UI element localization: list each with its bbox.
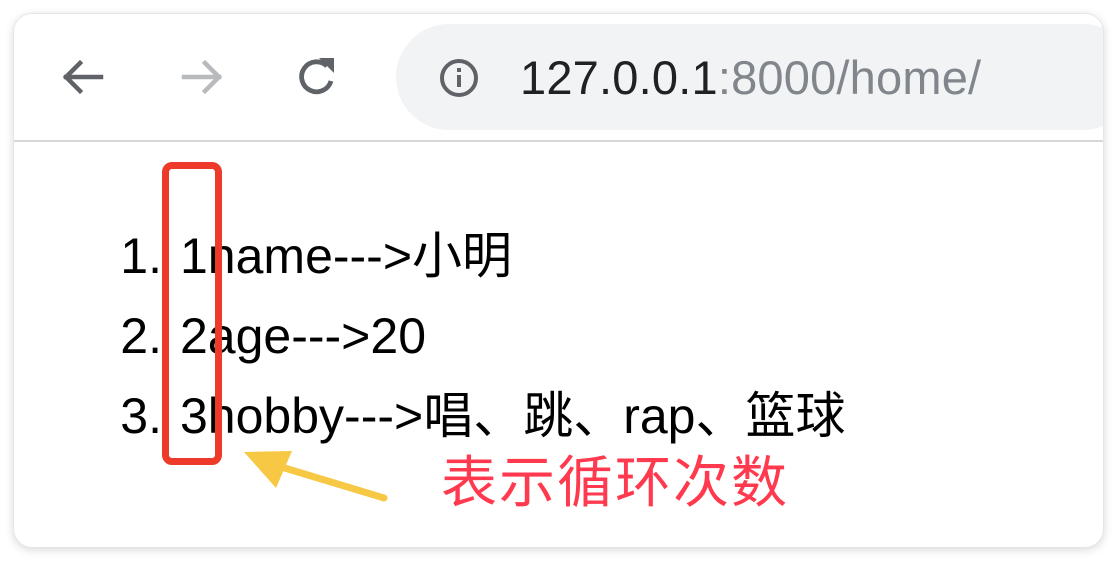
url-path: :8000/home/: [717, 51, 982, 104]
highlight-box: [162, 162, 222, 465]
forward-button[interactable]: [171, 46, 233, 108]
address-bar[interactable]: 127.0.0.1:8000/home/: [396, 24, 1103, 130]
arrow-icon: [244, 451, 388, 502]
list-item-number: 2.: [120, 308, 162, 364]
url-host: 127.0.0.1: [520, 51, 718, 104]
reload-button[interactable]: [286, 46, 348, 108]
back-button[interactable]: [52, 46, 114, 108]
arrow-right-icon: [181, 59, 223, 95]
reload-icon: [299, 58, 334, 95]
list-item-number: 3.: [120, 388, 162, 444]
arrow-left-icon: [62, 59, 104, 95]
list-item-text: 1name--->小明: [180, 228, 513, 284]
info-icon[interactable]: [438, 57, 480, 99]
url-text[interactable]: 127.0.0.1:8000/home/: [520, 50, 981, 106]
list-item-text: 3hobby--->唱、跳、rap、篮球: [180, 388, 846, 444]
page-content: 1. 1name--->小明 2. 2age--->20 3. 3hobby--…: [14, 142, 1103, 547]
annotation-label: 表示循环次数: [441, 451, 789, 514]
browser-toolbar: 127.0.0.1:8000/home/: [14, 14, 1103, 142]
browser-window: 127.0.0.1:8000/home/ 1. 1name--->小明 2. 2…: [14, 14, 1103, 547]
list-item-number: 1.: [120, 228, 162, 284]
